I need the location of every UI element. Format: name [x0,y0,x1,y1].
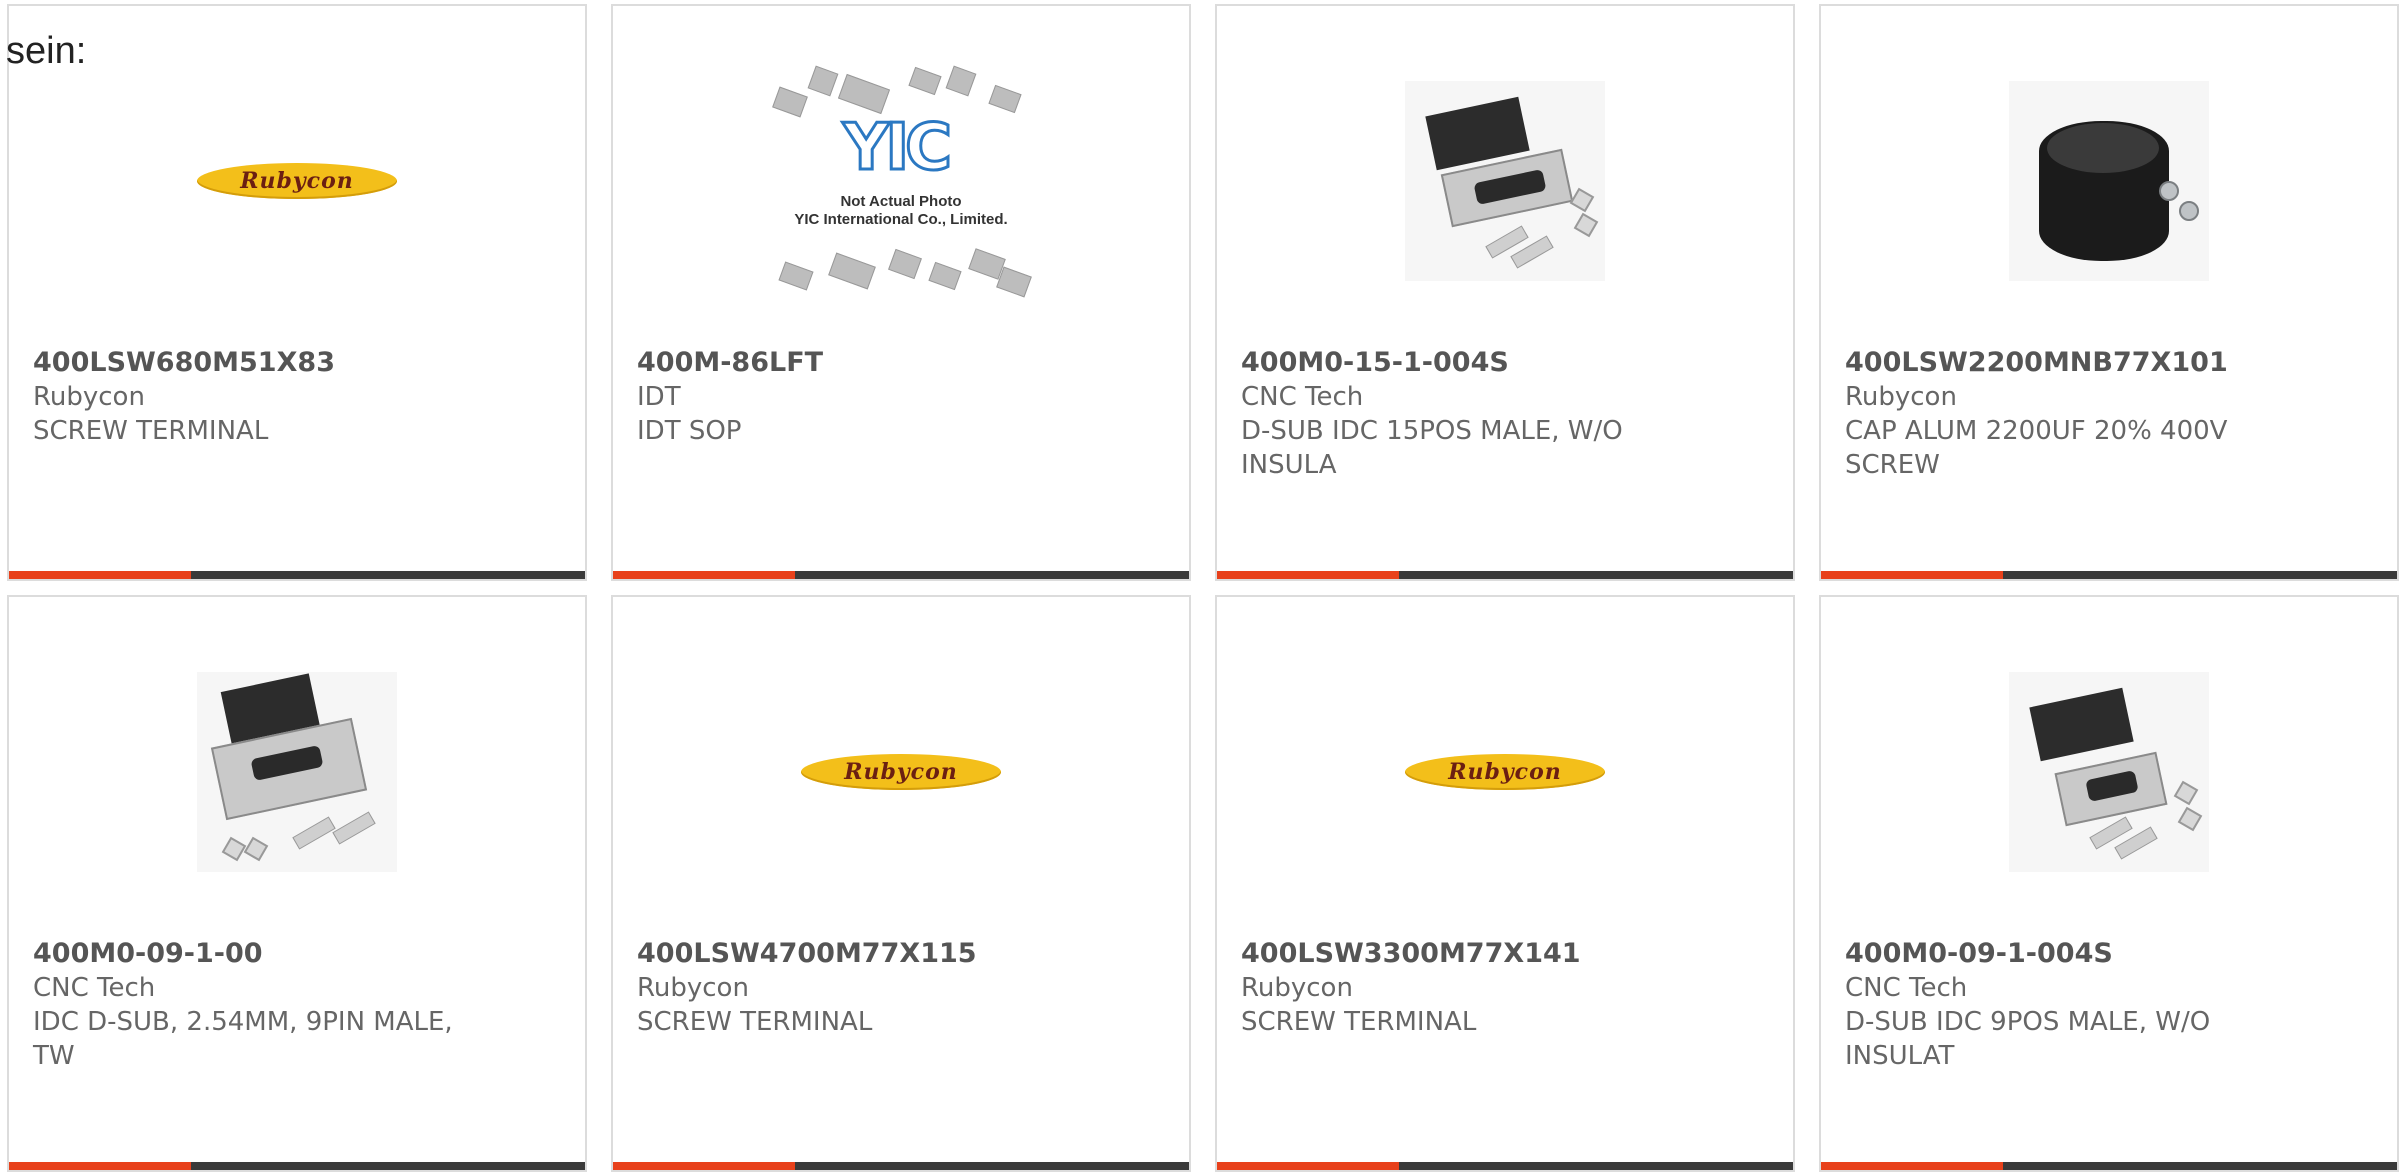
part-number[interactable]: 400M-86LFT [637,346,1165,380]
description: CAP ALUM 2200UF 20% 400V SCREW [1845,416,2228,480]
card-bar [613,1162,1189,1170]
not-actual-photo-icon: YIC Not Actual Photo YIC International C… [771,61,1032,301]
product-image[interactable]: Rubycon [613,657,1189,887]
part-number[interactable]: 400M0-09-1-004S [1845,937,2373,971]
product-image[interactable] [1217,66,1793,296]
manufacturer: Rubycon [1845,382,1957,412]
card-bar [1217,1162,1793,1170]
dsub-connector-kit-icon [2009,672,2209,872]
card-bar [613,571,1189,579]
product-card[interactable]: 400M0-09-1-00 CNC Tech IDC D-SUB, 2.54MM… [7,595,587,1172]
description: SCREW TERMINAL [1241,1007,1477,1037]
rubycon-logo-icon: Rubycon [801,754,1001,790]
part-number[interactable]: 400LSW4700M77X115 [637,937,1165,971]
manufacturer: IDT [637,382,681,412]
manufacturer: CNC Tech [33,973,156,1003]
card-bar [1217,571,1793,579]
product-image[interactable]: YIC Not Actual Photo YIC International C… [613,65,1189,298]
manufacturer: CNC Tech [1241,382,1364,412]
description: SCREW TERMINAL [637,1007,873,1037]
product-card[interactable]: Rubycon 400LSW4700M77X115 Rubycon SCREW … [611,595,1191,1172]
card-bar [1821,1162,2397,1170]
electrolytic-capacitor-icon [2009,81,2209,281]
part-number[interactable]: 400LSW680M51X83 [33,346,561,380]
product-image[interactable] [1821,657,2397,887]
rubycon-logo-icon: Rubycon [197,163,397,199]
product-image[interactable] [1821,66,2397,296]
product-card[interactable]: 400M0-09-1-004S CNC Tech D-SUB IDC 9POS … [1819,595,2399,1172]
product-image[interactable] [9,657,585,887]
dsub-connector-kit-icon [1405,81,1605,281]
dsub-connector-icon [197,672,397,872]
description: D-SUB IDC 15POS MALE, W/O INSULA [1241,416,1623,480]
product-card[interactable]: YIC Not Actual Photo YIC International C… [611,4,1191,581]
part-number[interactable]: 400M0-09-1-00 [33,937,561,971]
product-grid: Rubycon 400LSW680M51X83 Rubycon SCREW TE… [7,4,2399,1172]
card-bar [9,1162,585,1170]
rubycon-logo-icon: Rubycon [1405,754,1605,790]
manufacturer: CNC Tech [1845,973,1968,1003]
description: SCREW TERMINAL [33,416,269,446]
manufacturer: Rubycon [33,382,145,412]
part-number[interactable]: 400LSW2200MNB77X101 [1845,346,2373,380]
card-bar [1821,571,2397,579]
product-image[interactable]: Rubycon [1217,657,1793,887]
manufacturer: Rubycon [637,973,749,1003]
card-bar [9,571,585,579]
product-card[interactable]: 400LSW2200MNB77X101 Rubycon CAP ALUM 220… [1819,4,2399,581]
product-image[interactable]: Rubycon [9,66,585,296]
product-card[interactable]: 400M0-15-1-004S CNC Tech D-SUB IDC 15POS… [1215,4,1795,581]
product-card[interactable]: Rubycon 400LSW680M51X83 Rubycon SCREW TE… [7,4,587,581]
product-card[interactable]: Rubycon 400LSW3300M77X141 Rubycon SCREW … [1215,595,1795,1172]
intro-text: sein: [6,30,87,72]
description: IDT SOP [637,416,742,446]
description: D-SUB IDC 9POS MALE, W/O INSULAT [1845,1007,2211,1071]
manufacturer: Rubycon [1241,973,1353,1003]
part-number[interactable]: 400M0-15-1-004S [1241,346,1769,380]
description: IDC D-SUB, 2.54MM, 9PIN MALE, TW [33,1007,453,1071]
part-number[interactable]: 400LSW3300M77X141 [1241,937,1769,971]
